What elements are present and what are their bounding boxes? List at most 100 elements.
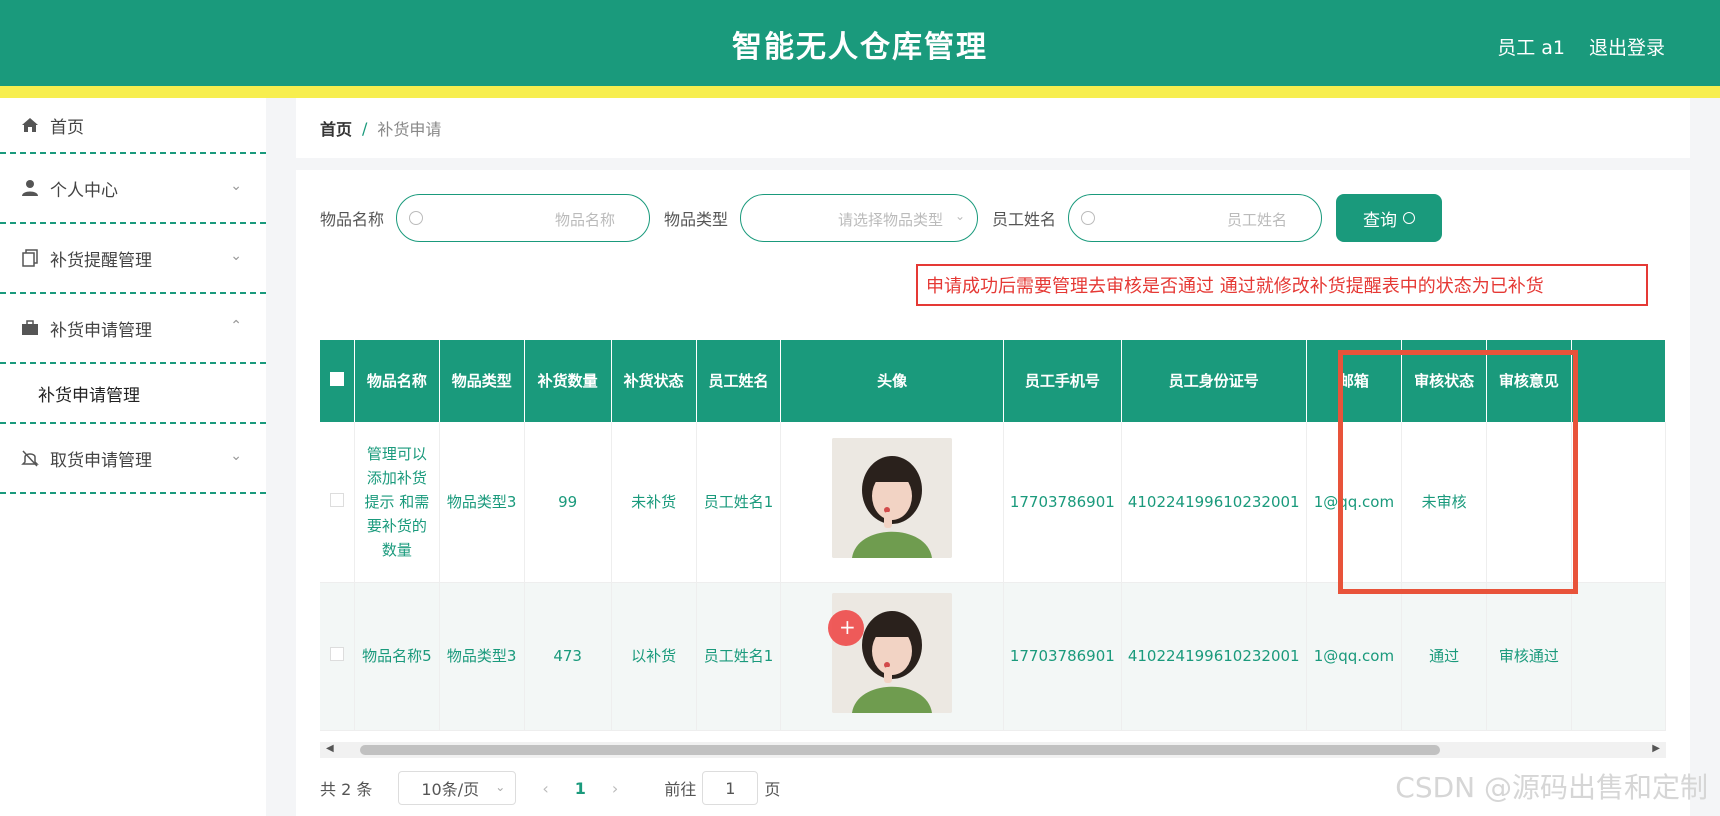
cell-item-type: 物品类型3	[439, 422, 525, 583]
cursor-indicator	[828, 610, 864, 646]
row-select-cell	[320, 422, 355, 583]
cell-avatar	[780, 582, 1004, 731]
watermark: CSDN @源码出售和定制	[1395, 771, 1708, 804]
column-header: 员工手机号	[1003, 340, 1122, 422]
staff-name-label: 员工姓名	[992, 210, 1057, 229]
column-header: 审核意见	[1486, 340, 1572, 422]
chevron-up-icon: ⌃	[230, 318, 242, 334]
cell-review-opinion	[1486, 422, 1572, 583]
cell-email: 1@qq.com	[1306, 422, 1403, 583]
scroll-right-icon[interactable]: ▶	[1652, 743, 1660, 754]
cell-review-opinion: 审核通过	[1486, 582, 1572, 731]
cell-id-card: 410224199610232001	[1121, 582, 1307, 731]
cell-qty: 99	[524, 422, 612, 583]
sidebar-item-home[interactable]: 首页	[0, 98, 266, 154]
cell-status: 未补货	[611, 422, 697, 583]
search-icon	[1403, 212, 1416, 224]
column-header: 邮箱	[1306, 340, 1403, 422]
sidebar-item-label: 个人中心	[50, 180, 118, 201]
data-table: 物品名称 物品类型 补货数量 补货状态 员工姓名 头像 员工手机号 员工身份证号…	[320, 340, 1666, 758]
breadcrumb-home[interactable]: 首页	[320, 116, 352, 140]
breadcrumb-current: 补货申请	[377, 120, 442, 139]
breadcrumb: 首页 / 补货申请	[296, 98, 1690, 158]
column-header-empty	[1571, 340, 1666, 422]
search-bar: 物品名称 物品名称 物品类型 请选择物品类型 ⌄ 员工姓名 员工姓名 查询	[320, 194, 1443, 242]
scroll-thumb[interactable]	[360, 745, 1440, 755]
item-type-select[interactable]: 请选择物品类型 ⌄	[740, 194, 979, 242]
cell-review-status: 未审核	[1401, 422, 1488, 583]
table-row[interactable]: 管理可以添加补货提示 和需要补货的数量 物品类型3 99 未补货 员工姓名1 1…	[320, 422, 1666, 583]
column-header: 补货数量	[524, 340, 612, 422]
staff-name-placeholder: 员工姓名	[1227, 211, 1288, 229]
item-name-placeholder: 物品名称	[555, 211, 616, 229]
logout-link[interactable]: 退出登录	[1589, 33, 1665, 60]
copy-icon	[22, 249, 38, 267]
row-checkbox[interactable]	[329, 647, 344, 661]
cell-avatar	[780, 422, 1004, 583]
sidebar-item-profile[interactable]: 个人中心 ⌄	[0, 154, 266, 224]
page-size-select[interactable]: 10条/页 ⌄	[398, 771, 517, 805]
chevron-down-icon: ⌄	[954, 209, 966, 223]
prev-page-button[interactable]: ‹	[542, 779, 548, 798]
pagination: 共 2 条 10条/页 ⌄ ‹ 1 › 前往 1 页	[320, 768, 780, 808]
table-header-row: 物品名称 物品类型 补货数量 补货状态 员工姓名 头像 员工手机号 员工身份证号…	[320, 340, 1666, 422]
cell-item-name: 物品名称5	[354, 582, 440, 731]
next-page-button[interactable]: ›	[612, 779, 618, 798]
cell-phone: 17703786901	[1003, 422, 1122, 583]
page-suffix: 页	[764, 780, 781, 799]
sidebar-subitem-restock-apply[interactable]: 补货申请管理	[0, 364, 266, 424]
sidebar-item-label: 取货申请管理	[50, 450, 152, 471]
scroll-left-icon[interactable]: ◀	[326, 743, 334, 754]
item-name-label: 物品名称	[320, 210, 385, 229]
cell-item-name: 管理可以添加补货提示 和需要补货的数量	[354, 422, 440, 583]
select-all-cell	[320, 340, 355, 422]
cell-qty: 473	[524, 582, 612, 731]
item-name-input[interactable]: 物品名称	[396, 194, 651, 242]
column-header: 物品名称	[354, 340, 440, 422]
cell-item-type: 物品类型3	[439, 582, 525, 731]
column-header: 员工身份证号	[1121, 340, 1307, 422]
column-header: 审核状态	[1401, 340, 1488, 422]
search-icon	[409, 211, 424, 225]
chevron-down-icon: ⌄	[230, 248, 242, 264]
item-type-placeholder: 请选择物品类型	[838, 211, 944, 229]
breadcrumb-separator: /	[362, 118, 368, 138]
goto-page-value: 1	[725, 778, 736, 798]
row-checkbox[interactable]	[329, 492, 344, 507]
cell-staff: 员工姓名1	[696, 422, 782, 583]
sidebar-item-label: 首页	[50, 117, 84, 138]
cell-review-status: 通过	[1401, 582, 1488, 731]
sidebar-item-restock-apply[interactable]: 补货申请管理 ⌃	[0, 294, 266, 364]
column-header: 员工姓名	[696, 340, 782, 422]
header-stripe	[0, 86, 1720, 98]
horizontal-scrollbar[interactable]: ◀ ▶	[320, 742, 1666, 758]
cell-staff: 员工姓名1	[696, 582, 782, 731]
avatar	[832, 438, 953, 559]
goto-page-input[interactable]: 1	[702, 771, 759, 805]
app-title: 智能无人仓库管理	[732, 30, 988, 65]
column-header: 物品类型	[439, 340, 525, 422]
query-button-label: 查询	[1363, 210, 1398, 231]
current-user: 员工 a1	[1497, 37, 1565, 59]
bell-off-icon	[21, 450, 39, 467]
column-header: 头像	[780, 340, 1004, 422]
search-icon	[1081, 211, 1096, 225]
cell-empty	[1571, 422, 1666, 583]
briefcase-icon	[22, 320, 38, 335]
sidebar-item-pickup-apply[interactable]: 取货申请管理 ⌄	[0, 424, 266, 494]
sidebar-item-label: 补货提醒管理	[50, 250, 152, 271]
sidebar-item-restock-reminder[interactable]: 补货提醒管理 ⌄	[0, 224, 266, 294]
cell-id-card: 410224199610232001	[1121, 422, 1307, 583]
current-page[interactable]: 1	[575, 779, 586, 798]
cell-email: 1@qq.com	[1306, 582, 1403, 731]
sidebar: 首页 个人中心 ⌄ 补货提醒管理 ⌄ 补货申请管理 ⌃ 补货申请管理 取货申请管…	[0, 98, 266, 816]
cell-status: 以补货	[611, 582, 697, 731]
query-button[interactable]: 查询	[1336, 194, 1443, 242]
chevron-down-icon: ⌄	[230, 178, 242, 194]
sidebar-item-label: 补货申请管理	[50, 320, 152, 341]
top-header: 智能无人仓库管理 员工 a1 退出登录	[0, 0, 1720, 86]
table-row[interactable]: 物品名称5 物品类型3 473 以补货 员工姓名1 17703786901 41…	[320, 582, 1666, 731]
chevron-down-icon: ⌄	[495, 780, 506, 794]
select-all-checkbox[interactable]	[329, 372, 344, 386]
staff-name-input[interactable]: 员工姓名	[1068, 194, 1323, 242]
